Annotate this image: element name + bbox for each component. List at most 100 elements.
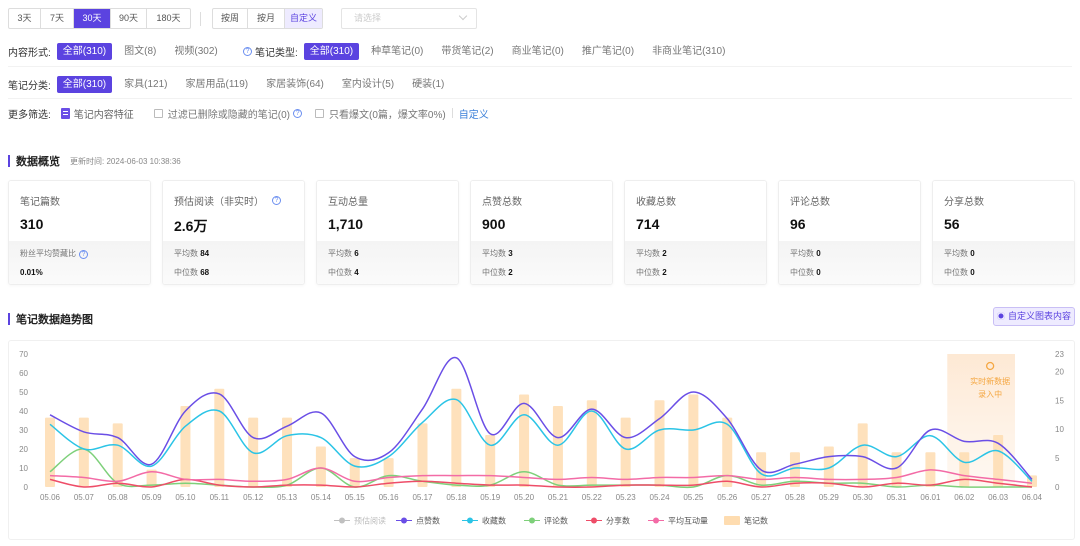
- metric-value: 310: [20, 216, 44, 232]
- metric-sub-label: 平均数: [328, 249, 352, 258]
- help-icon[interactable]: ?: [243, 46, 252, 56]
- overview-title: 数据概览: [16, 156, 60, 168]
- section-accent-bar: [8, 155, 10, 167]
- metric-name: 互动总量: [328, 197, 368, 208]
- metric-sub-label: 平均数: [482, 249, 506, 258]
- help-icon[interactable]: ?: [293, 108, 303, 118]
- trend-chart-container: [8, 340, 1075, 540]
- content-form-option[interactable]: 全部(310): [56, 42, 113, 60]
- updated-value: 2024-06-03 10:38:36: [106, 156, 181, 166]
- content-form-option[interactable]: 视频(302): [168, 43, 223, 60]
- note-category-option[interactable]: 家居装饰(64): [260, 76, 330, 93]
- metric-sub-label: 中位数: [482, 268, 506, 277]
- note-type-option[interactable]: 全部(310): [303, 42, 360, 60]
- customize-chart-button[interactable]: 自定义图表内容: [993, 307, 1075, 326]
- trend-title: 笔记数据趋势图: [16, 314, 93, 326]
- metric-sub-value: 2: [662, 268, 667, 277]
- note-type-option[interactable]: 推广笔记(0): [576, 43, 640, 60]
- metric-sub-row: 平均数 0: [944, 247, 1074, 266]
- divider: [8, 98, 1072, 99]
- note-feature-button[interactable]: 笔记内容特征: [60, 106, 134, 121]
- note-type-option[interactable]: 非商业笔记(310): [646, 43, 731, 60]
- metric-name: 预估阅读（非实时）: [174, 197, 264, 208]
- divider: [451, 108, 453, 118]
- metric-card-top: 笔记篇数 310: [9, 181, 150, 241]
- metric-card-top: 评论总数 96: [779, 181, 920, 241]
- metric-name: 分享总数: [944, 197, 984, 208]
- metric-sub-row: 中位数 0: [944, 266, 1074, 284]
- note-type-filter: ? 笔记类型: 全部(310) 种草笔记(0) 带货笔记(2) 商业笔记(0) 推广笔记…: [240, 42, 737, 60]
- metric-sub-row: 中位数 68: [174, 266, 304, 284]
- note-type-option[interactable]: 带货笔记(2): [435, 43, 499, 60]
- note-category-label: 笔记分类:: [8, 80, 51, 92]
- checkbox-icon: [315, 108, 325, 118]
- metric-card-top: 点赞总数 900: [471, 181, 612, 241]
- metric-sub-value: 68: [200, 268, 210, 277]
- period-tab[interactable]: 按月: [248, 9, 285, 28]
- more-filters-label: 更多筛选:: [8, 109, 51, 121]
- help-icon[interactable]: ?: [79, 250, 88, 259]
- metric-value: 96: [790, 216, 806, 232]
- section-accent-bar: [8, 313, 10, 325]
- customize-link[interactable]: 自定义: [459, 106, 489, 121]
- range-tab[interactable]: 90天: [111, 9, 147, 28]
- range-tab[interactable]: 180天: [147, 9, 190, 28]
- metric-sub-row: 平均数 0: [790, 247, 920, 266]
- period-tab[interactable]: 自定义: [285, 9, 322, 28]
- more-filters: 更多筛选: 笔记内容特征 过滤已删除或隐藏的笔记(0) ? 只看爆文(0篇，爆文…: [8, 104, 489, 122]
- metric-card: 预估阅读（非实时）? 2.6万 平均数 84 中位数 68: [162, 180, 305, 285]
- divider: [200, 12, 201, 26]
- period-tab[interactable]: 按周: [213, 9, 248, 28]
- metric-value: 900: [482, 216, 506, 232]
- chevron-down-icon: [458, 11, 468, 21]
- metric-name: 点赞总数: [482, 197, 522, 208]
- range-tab[interactable]: 30天: [74, 9, 111, 28]
- filter-deleted-checkbox[interactable]: 过滤已删除或隐藏的笔记(0) ?: [153, 106, 305, 121]
- note-feature-label: 笔记内容特征: [73, 109, 134, 121]
- gear-icon: [996, 312, 1005, 320]
- metric-sub-label: 平均数: [790, 249, 814, 258]
- date-select[interactable]: 请选择: [341, 8, 477, 29]
- metric-value: 714: [636, 216, 660, 232]
- range-tab[interactable]: 3天: [9, 9, 41, 28]
- note-category-option[interactable]: 全部(310): [56, 75, 113, 93]
- metric-sub-label: 中位数: [790, 268, 814, 277]
- note-category-option[interactable]: 室内设计(5): [336, 76, 400, 93]
- content-form-option[interactable]: 图文(8): [118, 43, 162, 60]
- metric-card: 分享总数 56 平均数 0 中位数 0: [932, 180, 1075, 285]
- filter-deleted-label: 过滤已删除或隐藏的笔记(0): [167, 109, 291, 121]
- metric-sub-label: 中位数: [636, 268, 660, 277]
- only-hot-label: 只看爆文(0篇，爆文率0%): [329, 109, 446, 121]
- metric-card: 评论总数 96 平均数 0 中位数 0: [778, 180, 921, 285]
- divider: [8, 66, 1072, 67]
- note-category-option[interactable]: 家具(121): [118, 76, 173, 93]
- metric-value: 2.6万: [174, 218, 208, 234]
- help-icon[interactable]: ?: [272, 196, 281, 205]
- range-tab[interactable]: 7天: [41, 9, 74, 28]
- metric-sub-row: 中位数 4: [328, 266, 458, 284]
- metric-value: 1,710: [328, 216, 364, 232]
- note-category-option[interactable]: 硬装(1): [406, 76, 450, 93]
- note-type-option[interactable]: 种草笔记(0): [365, 43, 429, 60]
- metric-sub-label: 平均数: [636, 249, 660, 258]
- metric-sub-label: 粉丝平均赞藏比: [20, 249, 76, 258]
- only-hot-checkbox[interactable]: 只看爆文(0篇，爆文率0%): [315, 106, 446, 121]
- metric-card-top: 收藏总数 714: [625, 181, 766, 241]
- checkbox-icon: [153, 108, 163, 118]
- metric-sub-value: 0: [816, 268, 821, 277]
- metric-sub-row: 平均数 84: [174, 247, 304, 266]
- metric-sub-label: 中位数: [328, 268, 352, 277]
- metric-card: 笔记篇数 310 粉丝平均赞藏比? 0.01%: [8, 180, 151, 285]
- metric-card-top: 分享总数 56: [933, 181, 1074, 241]
- metric-card-stats: 平均数 2 中位数 2: [625, 241, 766, 284]
- note-type-option[interactable]: 商业笔记(0): [506, 43, 570, 60]
- metric-card: 点赞总数 900 平均数 3 中位数 2: [470, 180, 613, 285]
- metric-sub-value: 6: [354, 249, 359, 258]
- note-category-filter: 笔记分类: 全部(310) 家具(121) 家居用品(119) 家居装饰(64) 室内设…: [8, 75, 456, 93]
- note-category-option[interactable]: 家居用品(119): [180, 76, 255, 93]
- content-form-label: 内容形式:: [8, 47, 51, 59]
- metric-name: 评论总数: [790, 197, 830, 208]
- metric-sub-value: 3: [508, 249, 513, 258]
- metric-sub-value: 0.01%: [20, 268, 43, 277]
- trend-header: 笔记数据趋势图: [8, 311, 93, 327]
